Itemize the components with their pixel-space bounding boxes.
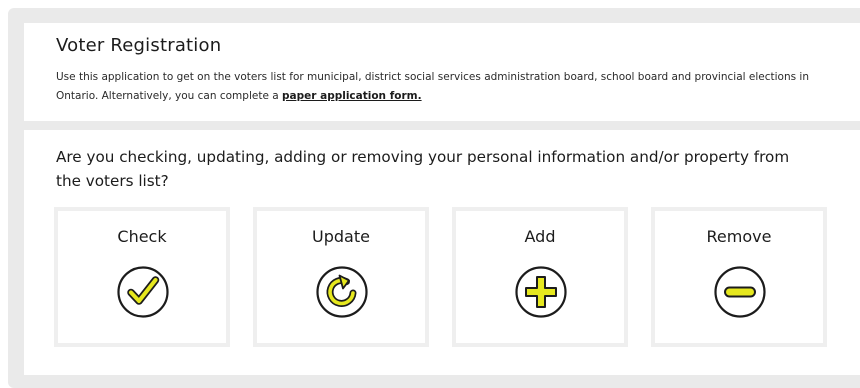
checkmark-icon (116, 265, 170, 319)
update-option-button[interactable]: Update (253, 207, 429, 347)
paper-application-form-link[interactable]: paper application form. (282, 90, 422, 102)
remove-option-button[interactable]: Remove (651, 207, 827, 347)
question-card: Are you checking, updating, adding or re… (24, 130, 860, 375)
add-option-label: Add (524, 227, 556, 246)
question-text: Are you checking, updating, adding or re… (56, 148, 790, 190)
page-title: Voter Registration (56, 35, 222, 56)
check-option-label: Check (117, 227, 167, 246)
minus-icon (713, 265, 767, 319)
add-option-button[interactable]: Add (452, 207, 628, 347)
check-option-button[interactable]: Check (54, 207, 230, 347)
header-card: Voter Registration Use this application … (24, 23, 860, 121)
refresh-icon (315, 265, 369, 319)
page-description-text: Use this application to get on the voter… (56, 71, 809, 102)
update-option-label: Update (312, 227, 370, 246)
plus-icon (514, 265, 568, 319)
page-description: Use this application to get on the voter… (56, 68, 846, 106)
remove-option-label: Remove (706, 227, 772, 246)
